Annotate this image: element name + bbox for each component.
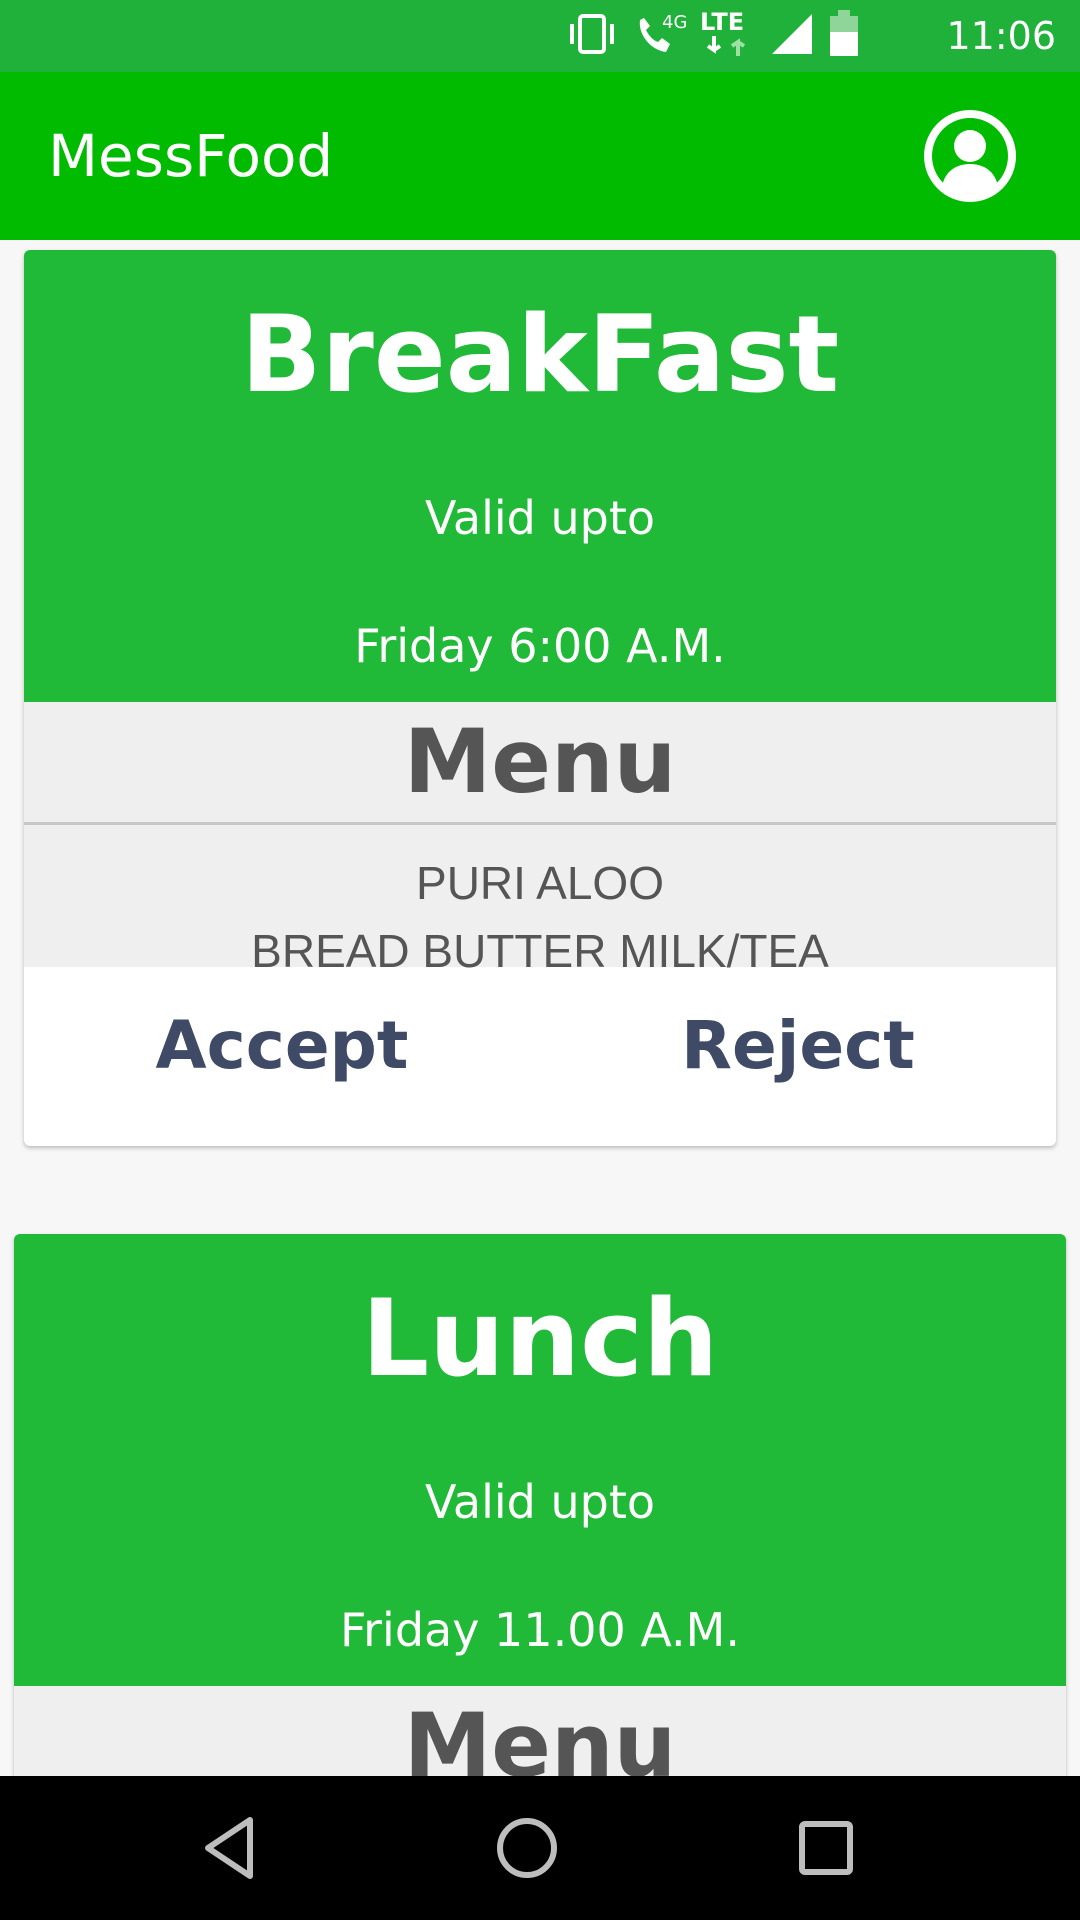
recents-icon — [799, 1821, 853, 1875]
app-bar: MessFood — [0, 72, 1080, 240]
valid-label: Valid upto — [425, 491, 655, 545]
lte-icon: LTE — [700, 8, 756, 60]
meal-card-lunch: Lunch Valid upto Friday 11.00 A.M. Menu — [14, 1234, 1066, 1776]
recents-button[interactable] — [790, 1812, 862, 1884]
signal-icon — [770, 12, 814, 61]
status-icons: 4G LTE — [566, 8, 860, 63]
meal-title: BreakFast — [240, 293, 840, 416]
valid-time: Friday 6:00 A.M. — [354, 619, 726, 673]
status-time: 11:06 — [946, 14, 1056, 58]
valid-label: Valid upto — [425, 1475, 655, 1529]
profile-button[interactable] — [920, 106, 1020, 206]
navigation-bar — [0, 1776, 1080, 1920]
meal-list[interactable]: BreakFast Valid upto Friday 6:00 A.M. Me… — [0, 240, 1080, 1776]
accept-button[interactable]: Accept — [24, 1007, 540, 1084]
reject-button[interactable]: Reject — [540, 1007, 1056, 1084]
back-button[interactable] — [194, 1812, 266, 1884]
back-icon — [205, 1817, 253, 1879]
home-button[interactable] — [491, 1812, 563, 1884]
battery-icon — [828, 9, 860, 63]
meal-card-header: BreakFast Valid upto Friday 6:00 A.M. — [24, 250, 1056, 702]
status-bar: 4G LTE 11:06 — [0, 0, 1080, 72]
account-circle-icon — [924, 110, 1016, 202]
valid-time: Friday 11.00 A.M. — [340, 1603, 740, 1657]
vibrate-icon — [566, 12, 618, 61]
menu-item: PURI ALOO — [416, 857, 664, 909]
menu-items: PURI ALOO BREAD BUTTER MILK/TEA — [24, 825, 1056, 977]
menu-title: Menu — [14, 1686, 1066, 1776]
meal-card-header: Lunch Valid upto Friday 11.00 A.M. — [14, 1234, 1066, 1686]
meal-title: Lunch — [361, 1277, 719, 1400]
menu-title: Menu — [24, 702, 1056, 825]
app-title: MessFood — [48, 122, 334, 190]
wifi-call-icon: 4G — [632, 12, 688, 58]
network-4g-label: 4G — [662, 12, 688, 33]
network-lte-label: LTE — [700, 8, 745, 36]
meal-actions: Accept Reject — [24, 967, 1056, 1123]
home-icon — [497, 1818, 557, 1878]
meal-card-breakfast: BreakFast Valid upto Friday 6:00 A.M. Me… — [24, 250, 1056, 1146]
